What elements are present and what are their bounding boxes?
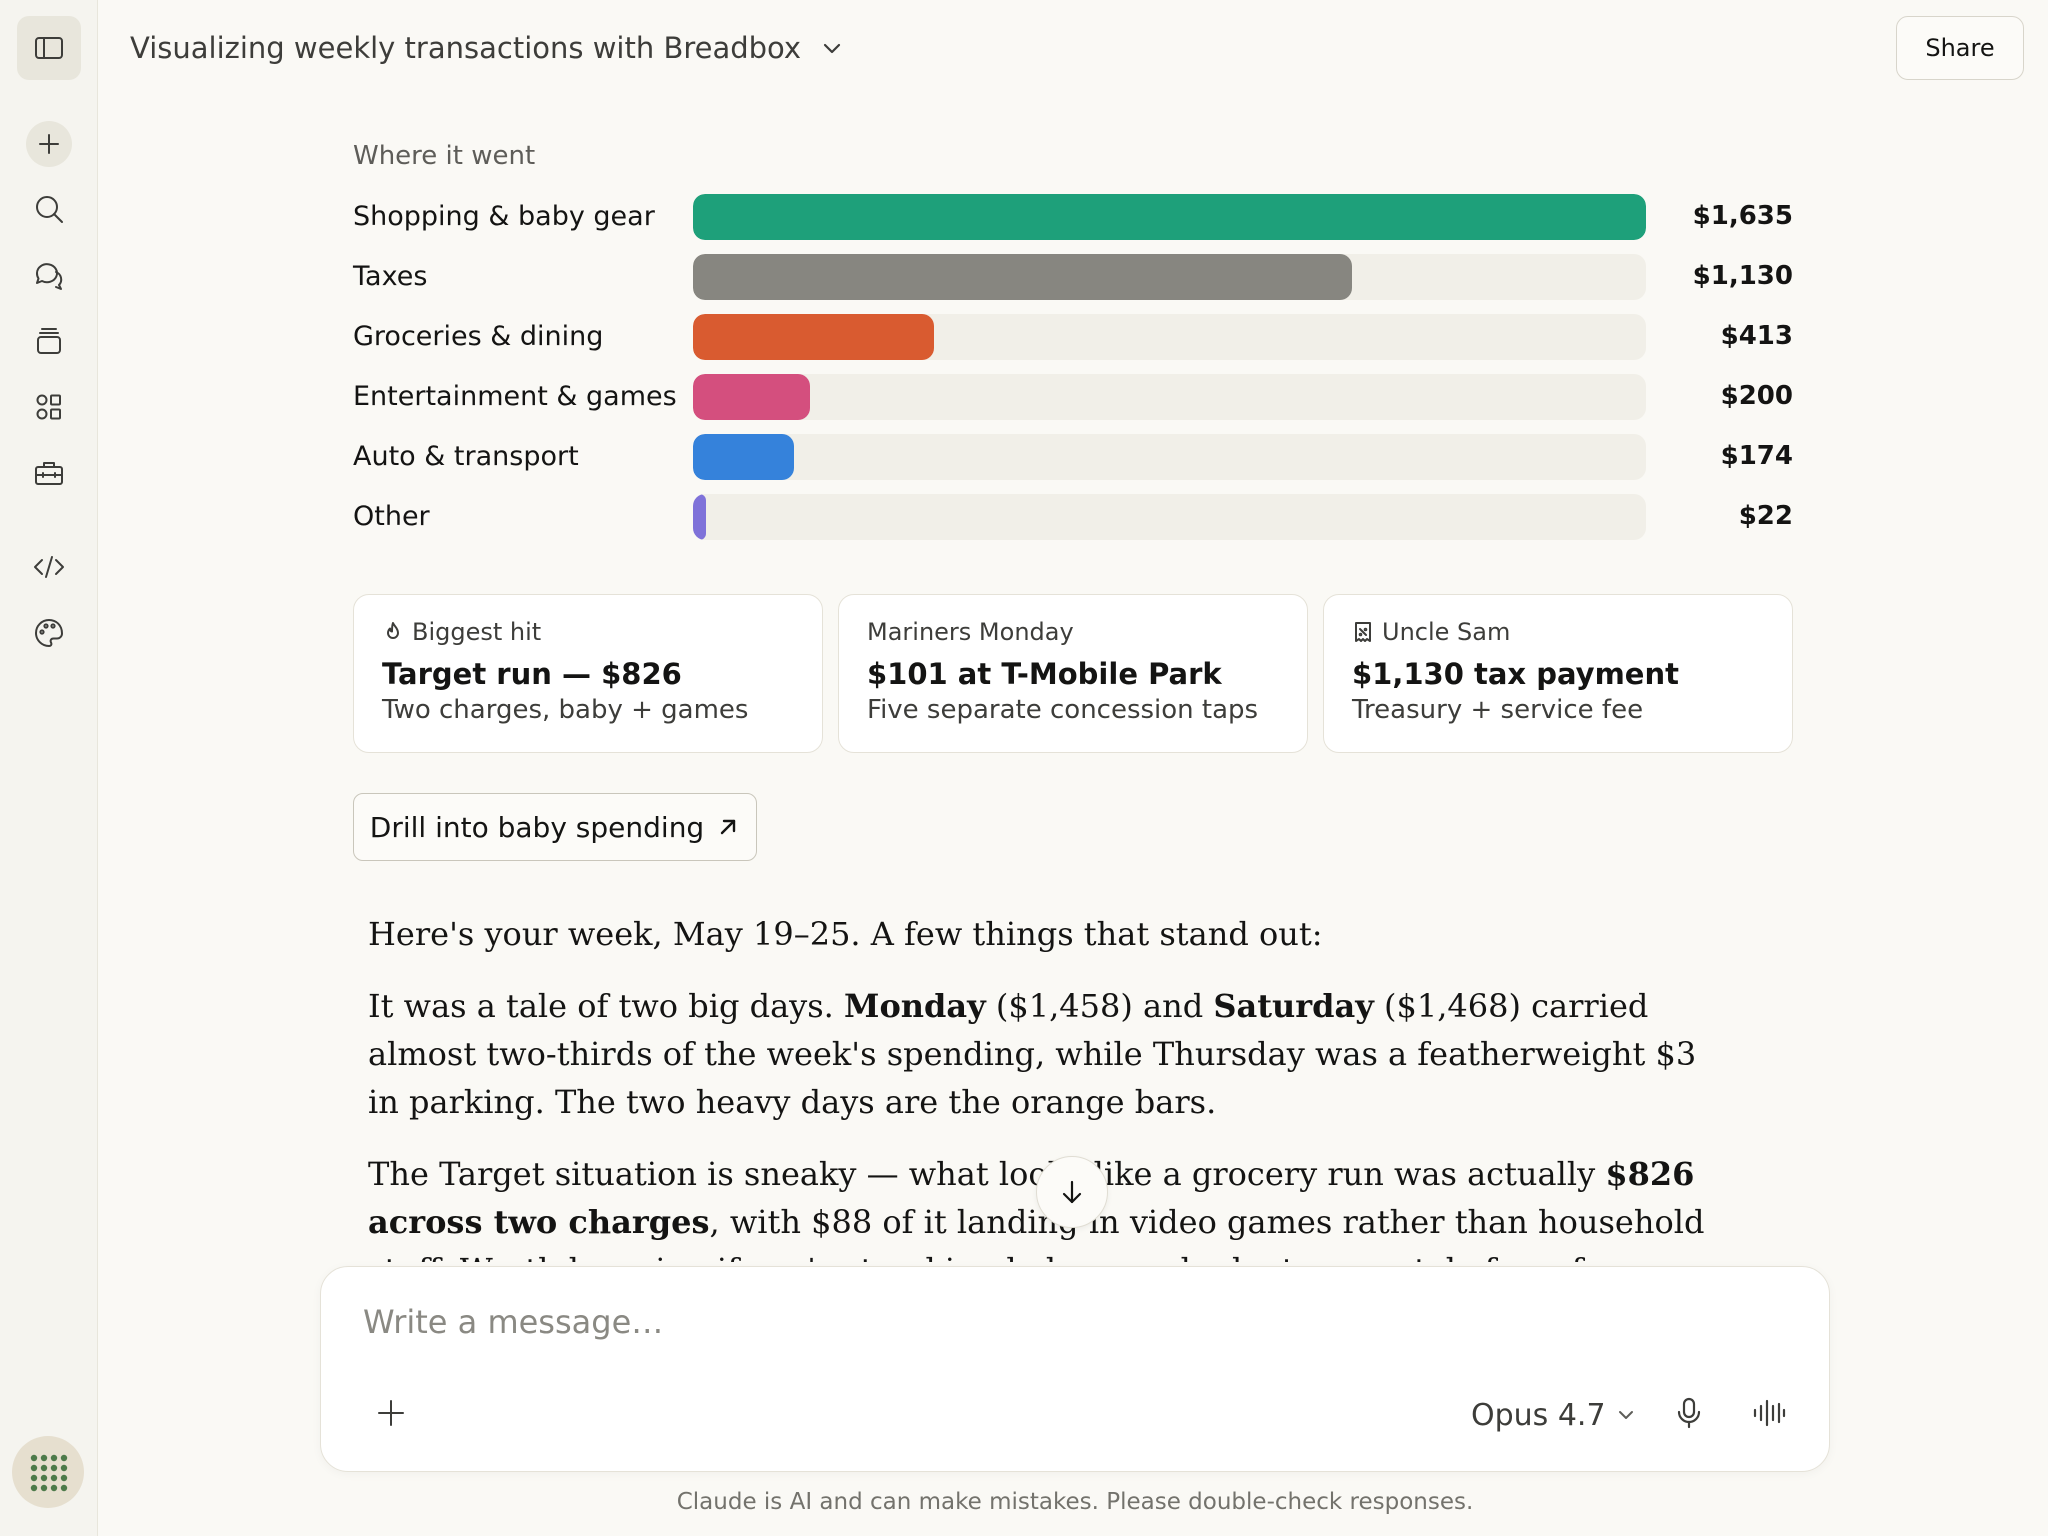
chat-bubbles-icon (35, 263, 63, 290)
bar (693, 494, 706, 540)
bar-row: Shopping & baby gear $1,635 (353, 194, 1793, 240)
stat-card-biggest-hit: Biggest hit Target run — $826 Two charge… (353, 594, 823, 753)
assistant-response: Here's your week, May 19–25. A few thing… (368, 910, 1708, 1262)
card-eyebrow: Biggest hit (412, 618, 542, 646)
chat-title: Visualizing weekly transactions with Bre… (130, 31, 802, 65)
bar (693, 314, 934, 360)
plus-icon (39, 134, 59, 154)
card-title: $101 at T-Mobile Park (867, 657, 1222, 691)
card-eyebrow: Uncle Sam (1382, 618, 1511, 646)
bar-value-label: $22 (1738, 501, 1793, 531)
grid-dots-icon (30, 1454, 68, 1492)
bar-value-label: $174 (1720, 441, 1793, 471)
message-input[interactable] (363, 1297, 1763, 1347)
bar-label: Shopping & baby gear (353, 201, 655, 232)
code-button[interactable] (17, 535, 81, 599)
stack-icon (37, 328, 61, 354)
bar-value-label: $200 (1720, 381, 1793, 411)
search-icon (36, 196, 63, 223)
card-title: $1,130 tax payment (1352, 657, 1679, 691)
bar (693, 374, 810, 420)
sidebar-icon (35, 37, 63, 59)
chart-title: Where it went (353, 141, 536, 171)
bar-track (693, 434, 1646, 480)
chats-button[interactable] (17, 243, 81, 307)
bar-row: Entertainment & games $200 (353, 374, 1793, 420)
bar-row: Other $22 (353, 494, 1793, 540)
bar-label: Groceries & dining (353, 321, 604, 352)
dictation-button[interactable] (1667, 1391, 1711, 1435)
arrow-down-icon (1062, 1180, 1082, 1204)
add-attachment-button[interactable] (371, 1393, 411, 1433)
stat-card-tax: Uncle Sam $1,130 tax payment Treasury + … (1323, 594, 1793, 753)
card-eyebrow: Mariners Monday (867, 618, 1074, 646)
card-subtitle: Treasury + service fee (1352, 695, 1644, 725)
bar-value-label: $413 (1720, 321, 1793, 351)
stat-card-mariners: Mariners Monday $101 at T-Mobile Park Fi… (838, 594, 1308, 753)
search-button[interactable] (17, 177, 81, 241)
bar-row: Taxes $1,130 (353, 254, 1793, 300)
chat-title-menu[interactable]: Visualizing weekly transactions with Bre… (130, 28, 845, 68)
sidebar (0, 0, 98, 1536)
bar-label: Entertainment & games (353, 381, 677, 412)
microphone-icon (1677, 1397, 1701, 1429)
waveform-icon (1753, 1399, 1786, 1427)
bar-track (693, 314, 1646, 360)
chevron-down-icon (1618, 1411, 1633, 1419)
scroll-to-bottom-button[interactable] (1036, 1156, 1108, 1228)
bar-track (693, 254, 1646, 300)
share-button[interactable]: Share (1896, 16, 2024, 80)
bar-value-label: $1,635 (1692, 201, 1793, 231)
artifacts-button[interactable] (17, 375, 81, 439)
card-title: Target run — $826 (382, 657, 682, 691)
bar-track (693, 494, 1646, 540)
model-name: Opus 4.7 (1471, 1397, 1606, 1433)
new-chat-button[interactable] (26, 121, 72, 167)
bar-track (693, 194, 1646, 240)
drill-baby-spending-button[interactable]: Drill into baby spending (353, 793, 757, 861)
bar-track (693, 374, 1646, 420)
bar-row: Auto & transport $174 (353, 434, 1793, 480)
arrow-up-right-icon (721, 819, 736, 835)
avatar[interactable] (12, 1436, 84, 1508)
card-subtitle: Two charges, baby + games (382, 695, 749, 725)
bar-label: Other (353, 501, 430, 532)
shapes-icon (36, 394, 61, 420)
plus-icon (378, 1400, 404, 1426)
voice-mode-button[interactable] (1745, 1391, 1793, 1435)
bar (693, 434, 794, 480)
ai-disclaimer: Claude is AI and can make mistakes. Plea… (676, 1489, 1474, 1515)
card-subtitle: Five separate concession taps (867, 695, 1259, 725)
projects-button[interactable] (17, 309, 81, 373)
receipt-icon (1355, 622, 1371, 642)
bar-row: Groceries & dining $413 (353, 314, 1793, 360)
message-composer: Opus 4.7 (320, 1266, 1830, 1472)
bar (693, 194, 1646, 240)
bar-value-label: $1,130 (1692, 261, 1793, 291)
drill-button-label: Drill into baby spending (369, 810, 705, 844)
flame-icon (387, 622, 399, 639)
toolbox-button[interactable] (17, 441, 81, 505)
bar-label: Auto & transport (353, 441, 579, 472)
palette-icon (35, 619, 63, 647)
toggle-sidebar-button[interactable] (17, 16, 81, 80)
code-icon (34, 556, 64, 578)
bar (693, 254, 1352, 300)
chevron-down-icon (823, 43, 841, 54)
bar-label: Taxes (353, 261, 428, 292)
model-selector[interactable]: Opus 4.7 (1471, 1393, 1636, 1437)
response-paragraph: It was a tale of two big days. Monday ($… (368, 987, 1697, 1121)
toolbox-icon (35, 462, 63, 485)
customize-button[interactable] (17, 601, 81, 665)
response-paragraph: Here's your week, May 19–25. A few thing… (368, 915, 1323, 953)
